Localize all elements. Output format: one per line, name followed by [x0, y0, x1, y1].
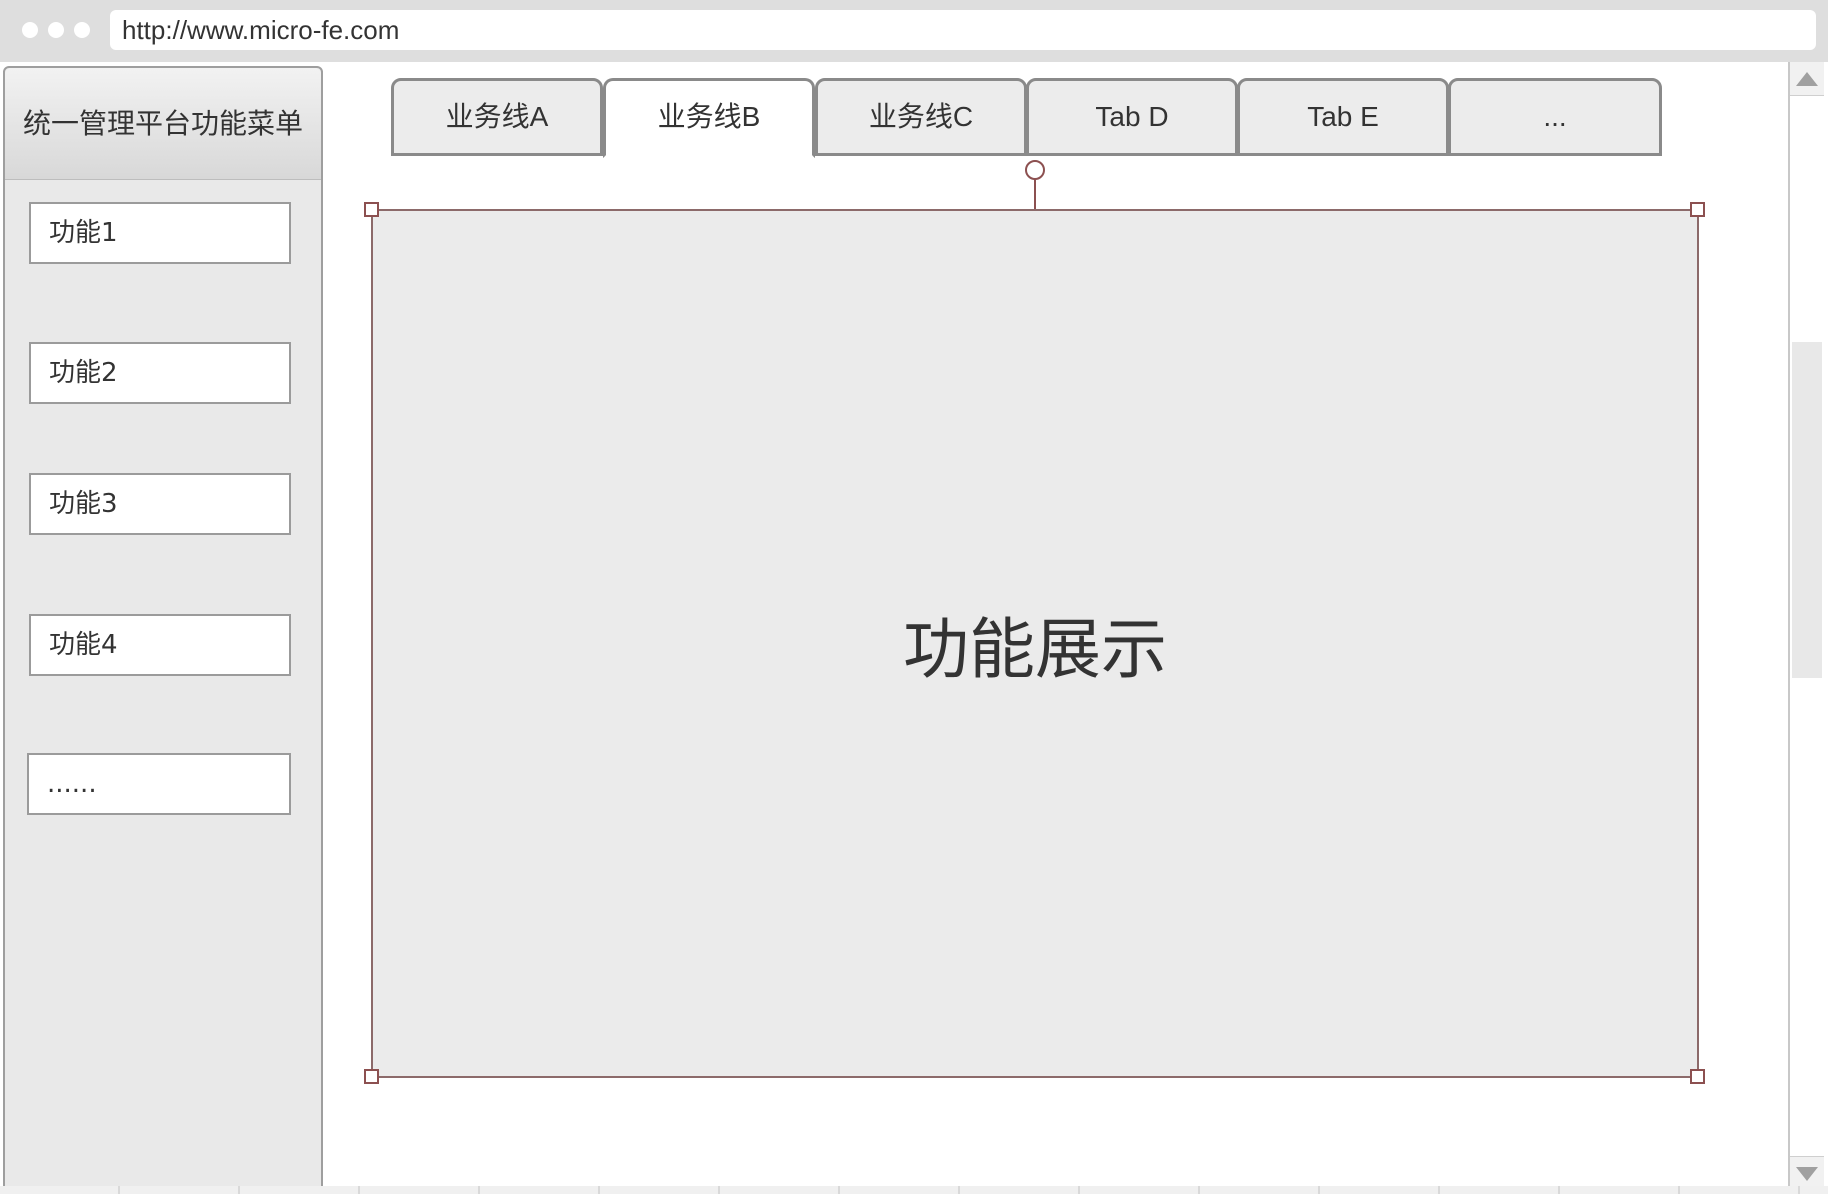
- rotate-handle-stem: [1034, 178, 1036, 210]
- sidebar-title: 统一管理平台功能菜单: [5, 68, 321, 180]
- sidebar-item-function-2[interactable]: 功能2: [29, 342, 291, 404]
- browser-window: http://www.micro-fe.com 统一管理平台功能菜单 功能1 功…: [0, 0, 1828, 1194]
- resize-handle-bottom-left[interactable]: [364, 1069, 379, 1084]
- content-title: 功能展示: [903, 610, 1167, 688]
- resize-handle-top-right[interactable]: [1690, 202, 1705, 217]
- tab-d[interactable]: Tab D: [1026, 78, 1238, 156]
- scroll-up-button[interactable]: [1790, 62, 1824, 96]
- function-display-panel: 功能展示: [371, 209, 1699, 1078]
- sidebar-item-function-3[interactable]: 功能3: [29, 473, 291, 535]
- tab-e[interactable]: Tab E: [1237, 78, 1449, 156]
- scroll-thumb[interactable]: [1792, 342, 1822, 678]
- window-minimize-icon[interactable]: [48, 22, 64, 38]
- sidebar-item-more[interactable]: ......: [27, 753, 291, 815]
- window-close-icon[interactable]: [22, 22, 38, 38]
- tab-business-line-c[interactable]: 业务线C: [815, 78, 1027, 156]
- tab-more[interactable]: ...: [1448, 78, 1662, 156]
- vertical-scrollbar[interactable]: [1788, 62, 1824, 1190]
- resize-handle-bottom-right[interactable]: [1690, 1069, 1705, 1084]
- scroll-down-button[interactable]: [1790, 1156, 1824, 1190]
- sidebar-item-function-4[interactable]: 功能4: [29, 614, 291, 676]
- tab-business-line-b[interactable]: 业务线B: [603, 78, 815, 158]
- window-maximize-icon[interactable]: [74, 22, 90, 38]
- arrow-down-icon: [1796, 1166, 1818, 1181]
- sidebar-item-function-1[interactable]: 功能1: [29, 202, 291, 264]
- rotate-handle[interactable]: [1025, 160, 1045, 180]
- address-bar[interactable]: http://www.micro-fe.com: [110, 10, 1816, 50]
- tab-business-line-a[interactable]: 业务线A: [391, 78, 603, 156]
- arrow-up-icon: [1796, 71, 1818, 86]
- bottom-ruler: [0, 1186, 1828, 1194]
- sidebar-menu: 统一管理平台功能菜单 功能1 功能2 功能3 功能4 ......: [3, 66, 323, 1190]
- browser-chrome: http://www.micro-fe.com: [0, 0, 1828, 62]
- resize-handle-top-left[interactable]: [364, 202, 379, 217]
